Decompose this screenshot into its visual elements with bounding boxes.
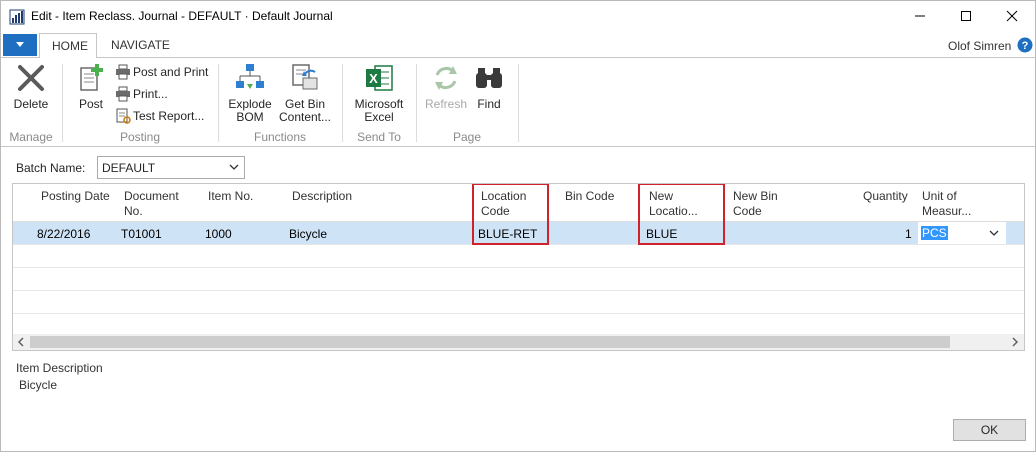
chevron-down-icon <box>229 164 239 170</box>
post-and-print-label: Post and Print <box>133 65 209 79</box>
ribbon-group-posting: Post Post and Print Print... Test Report… <box>63 58 217 148</box>
print-button[interactable]: Print... <box>115 84 168 104</box>
find-label: Find <box>477 97 501 111</box>
window-title: Edit - Item Reclass. Journal - DEFAULT ·… <box>31 9 333 23</box>
scroll-right-arrow-icon[interactable] <box>1010 337 1020 347</box>
help-icon[interactable]: ? <box>1017 37 1033 53</box>
batch-name-value: DEFAULT <box>102 161 156 175</box>
get-bin-content-icon <box>292 64 318 90</box>
column-header-new-bin-code[interactable]: New Bin Code <box>733 189 778 219</box>
find-button[interactable]: Find <box>471 62 507 111</box>
binoculars-icon <box>476 68 502 88</box>
cell-description[interactable]: Bicycle <box>289 227 327 241</box>
tab-home[interactable]: HOME <box>39 33 97 58</box>
column-header-quantity[interactable]: Quantity <box>863 189 908 204</box>
ribbon-tab-row: HOME NAVIGATE Olof Simren ? <box>1 33 1035 58</box>
table-row-empty[interactable] <box>13 245 1024 268</box>
ribbon-separator <box>518 64 519 142</box>
delete-x-icon <box>18 65 44 91</box>
svg-text:X: X <box>369 71 378 86</box>
scrollbar-thumb[interactable] <box>30 336 950 348</box>
send-to-group-label: Send To <box>357 130 401 144</box>
explode-bom-button[interactable]: Explode BOM <box>225 62 275 124</box>
minimize-button[interactable] <box>897 1 943 31</box>
close-icon <box>1006 10 1018 22</box>
minimize-icon <box>915 15 925 17</box>
column-header-document-no[interactable]: Document No. <box>124 189 179 219</box>
user-name[interactable]: Olof Simren <box>948 39 1011 53</box>
functions-group-label: Functions <box>253 130 307 144</box>
highlight-box-location-code <box>472 184 549 245</box>
get-bin-content-label-line1: Get Bin <box>284 97 326 111</box>
chevron-down-icon[interactable] <box>989 229 999 237</box>
item-description-label: Item Description <box>16 361 103 375</box>
ok-button[interactable]: OK <box>953 419 1026 441</box>
excel-icon: X <box>366 65 393 91</box>
ribbon-group-functions: Explode BOM Get Bin Content... Functions <box>219 58 341 148</box>
cell-document-no[interactable]: T01001 <box>121 227 162 241</box>
title-bar: Edit - Item Reclass. Journal - DEFAULT ·… <box>1 1 1035 33</box>
app-menu-button[interactable] <box>3 34 37 56</box>
print-label: Print... <box>133 87 168 101</box>
refresh-button[interactable]: Refresh <box>423 62 469 111</box>
item-description-value: Bicycle <box>19 378 58 392</box>
cell-item-no[interactable]: 1000 <box>205 227 232 241</box>
test-report-icon <box>116 108 131 124</box>
post-document-icon <box>80 64 103 91</box>
ribbon: Delete Manage Post Post and Print Print.… <box>1 57 1035 147</box>
journal-window: Edit - Item Reclass. Journal - DEFAULT ·… <box>0 0 1036 452</box>
maximize-icon <box>961 11 971 21</box>
column-header-posting-date[interactable]: Posting Date <box>41 189 110 204</box>
refresh-label: Refresh <box>424 97 468 111</box>
ribbon-group-send-to: X Microsoft Excel Send To <box>343 58 415 148</box>
post-button[interactable]: Post <box>73 62 109 111</box>
dynamics-nav-app-icon <box>9 9 25 25</box>
explode-bom-label-line2: BOM <box>236 110 264 124</box>
column-header-item-no[interactable]: Item No. <box>208 189 253 204</box>
get-bin-content-label-line2: Content... <box>278 110 332 124</box>
excel-label-line1: Microsoft <box>354 97 404 111</box>
delete-label: Delete <box>13 97 49 111</box>
printer-icon <box>116 86 130 102</box>
journal-lines-grid: Posting Date Document No. Item No. Descri… <box>12 183 1025 351</box>
column-header-unit-of-measure[interactable]: Unit of Measur... <box>922 189 971 219</box>
delete-button[interactable]: Delete <box>9 62 53 111</box>
tab-navigate[interactable]: NAVIGATE <box>99 33 182 58</box>
post-and-print-button[interactable]: Post and Print <box>115 62 208 82</box>
cell-posting-date[interactable]: 8/22/2016 <box>37 227 90 241</box>
cell-quantity[interactable]: 1 <box>905 227 912 241</box>
batch-name-label: Batch Name: <box>16 161 86 175</box>
unit-of-measure-dropdown[interactable]: PCS <box>918 222 1006 244</box>
posting-group-label: Posting <box>119 130 161 144</box>
cell-unit-of-measure[interactable]: PCS <box>921 226 948 240</box>
horizontal-scrollbar[interactable] <box>13 334 1024 350</box>
highlight-box-new-location <box>638 184 725 245</box>
page-group-label: Page <box>452 130 482 144</box>
explode-bom-label-line1: Explode <box>228 97 272 111</box>
close-button[interactable] <box>989 1 1035 31</box>
microsoft-excel-button[interactable]: X Microsoft Excel <box>349 62 409 124</box>
test-report-label: Test Report... <box>133 109 205 123</box>
table-row-empty[interactable] <box>13 268 1024 291</box>
column-header-bin-code[interactable]: Bin Code <box>565 189 614 204</box>
svg-text:?: ? <box>1022 40 1029 52</box>
printer-icon <box>116 64 130 80</box>
get-bin-content-button[interactable]: Get Bin Content... <box>277 62 333 124</box>
table-row-empty[interactable] <box>13 291 1024 314</box>
test-report-button[interactable]: Test Report... <box>115 106 204 126</box>
refresh-icon <box>435 66 457 90</box>
ribbon-group-manage: Delete Manage <box>1 58 61 148</box>
excel-label-line2: Excel <box>364 110 394 124</box>
scroll-left-arrow-icon[interactable] <box>16 337 26 347</box>
dropdown-triangle-icon <box>16 42 24 47</box>
explode-bom-icon <box>236 64 264 89</box>
column-header-description[interactable]: Description <box>292 189 352 204</box>
maximize-button[interactable] <box>943 1 989 31</box>
ribbon-group-page: Refresh Find Page <box>417 58 517 148</box>
post-label: Post <box>78 97 103 111</box>
manage-group-label: Manage <box>9 130 53 144</box>
batch-name-dropdown[interactable]: DEFAULT <box>97 156 245 179</box>
